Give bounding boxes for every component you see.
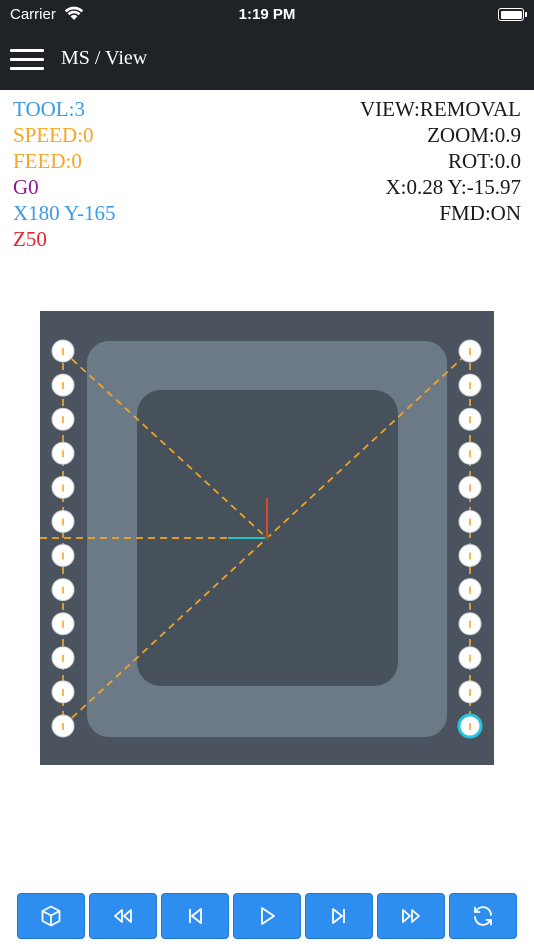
cube-icon: [41, 905, 61, 927]
xy-target-readout: X180 Y-165: [13, 201, 116, 225]
feed-readout: FEED:0: [13, 149, 82, 173]
tool-readout: TOOL:3: [13, 97, 85, 121]
step-back-button[interactable]: [161, 893, 229, 939]
view-status-right: VIEW:REMOVAL ZOOM:0.9 ROT:0.0 X:0.28 Y:-…: [360, 96, 521, 226]
page-title: MS / View: [61, 47, 148, 69]
rewind-button[interactable]: [89, 893, 157, 939]
view-3d-button[interactable]: [17, 893, 85, 939]
status-bar: Carrier 1:19 PM: [0, 0, 534, 30]
refresh-button[interactable]: [449, 893, 517, 939]
play-icon: [261, 907, 275, 925]
fmd-readout: FMD:ON: [439, 201, 521, 225]
play-button[interactable]: [233, 893, 301, 939]
speed-readout: SPEED:0: [13, 123, 94, 147]
view-mode-readout: VIEW:REMOVAL: [360, 97, 521, 121]
refresh-icon: [474, 906, 492, 926]
skip-back-icon: [189, 908, 202, 924]
rotation-readout: ROT:0.0: [447, 149, 521, 173]
gcode-readout: G0: [13, 175, 39, 199]
battery-icon: [498, 8, 527, 21]
nav-bar: MS / View: [0, 30, 534, 90]
fast-forward-button[interactable]: [377, 893, 445, 939]
fast-forward-icon: [402, 909, 420, 923]
skip-forward-icon: [332, 908, 345, 924]
tool-origin-marker: [265, 536, 269, 540]
machine-status-left: TOOL:3 SPEED:0 FEED:0 G0 X180 Y-165 Z50: [13, 96, 115, 252]
rewind-icon: [114, 909, 132, 923]
clock: 1:19 PM: [238, 6, 296, 23]
z-target-readout: Z50: [13, 227, 47, 251]
playback-toolbar: [0, 893, 534, 941]
step-forward-button[interactable]: [305, 893, 373, 939]
toolpath-drawing: [40, 339, 483, 739]
hamburger-icon[interactable]: [10, 47, 44, 71]
simulation-viewport[interactable]: [40, 311, 494, 765]
position-readout: X:0.28 Y:-15.97: [385, 175, 521, 199]
zoom-readout: ZOOM:0.9: [427, 123, 521, 147]
